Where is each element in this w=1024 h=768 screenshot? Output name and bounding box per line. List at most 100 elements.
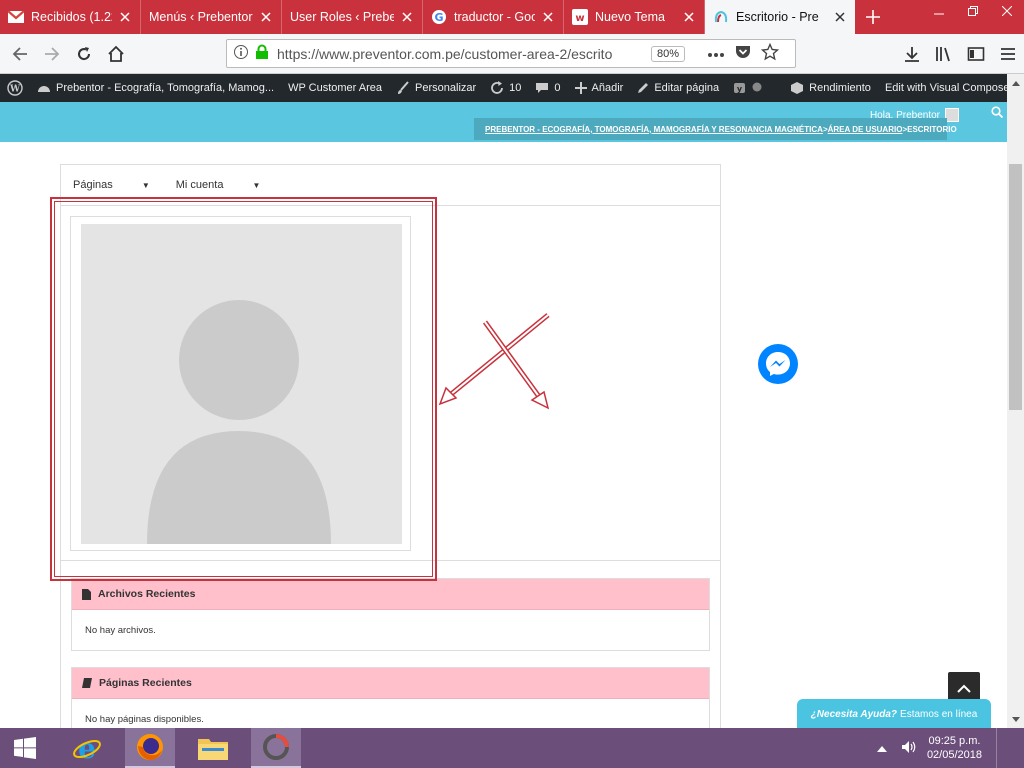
admin-bar-edit-page[interactable]: Editar página <box>630 74 726 102</box>
pocket-icon[interactable] <box>735 44 751 63</box>
google-icon: G <box>431 9 447 25</box>
reload-icon <box>78 46 91 60</box>
taskbar-firefox[interactable] <box>125 728 175 768</box>
nav-pages-menu[interactable]: Páginas ▼ <box>73 179 150 191</box>
folder-icon <box>198 739 228 760</box>
window-controls <box>922 0 1024 22</box>
close-icon[interactable] <box>118 10 132 24</box>
zoom-level[interactable]: 80% <box>651 45 686 62</box>
admin-bar-customize[interactable]: Personalizar <box>389 74 483 102</box>
admin-bar-updates[interactable]: 10 <box>483 74 528 102</box>
restore-button[interactable] <box>956 0 990 22</box>
admin-bar-site[interactable]: Prebentor - Ecografía, Tomografía, Mamog… <box>30 74 281 102</box>
tab-menus[interactable]: Menús ‹ Prebentor <box>141 0 282 34</box>
breadcrumb-home[interactable]: PREBENTOR - ECOGRAFÍA, TOMOGRAFÍA, MAMOG… <box>485 125 823 134</box>
system-tray: 09:25 p.m. 02/05/2018 <box>876 728 1024 768</box>
admin-bar-seo[interactable]: y <box>726 74 769 102</box>
show-desktop-button[interactable] <box>996 728 1024 768</box>
tab-label: Escritorio - Pre <box>736 10 819 24</box>
admin-bar-visual-composer[interactable]: Edit with Visual Composer <box>878 74 1020 102</box>
yoast-icon: y <box>733 81 747 95</box>
url-text[interactable]: https://www.preventor.com.pe/customer-ar… <box>277 46 637 62</box>
close-icon[interactable] <box>259 10 273 24</box>
close-icon[interactable] <box>682 10 696 24</box>
library-button[interactable] <box>928 38 960 70</box>
tab-escritorio[interactable]: Escritorio - Pre <box>705 0 855 34</box>
close-icon[interactable] <box>400 10 414 24</box>
tab-traductor[interactable]: G traductor - Goo <box>423 0 564 34</box>
admin-bar-comments[interactable]: 0 <box>528 74 567 102</box>
wordpress-icon: W <box>7 80 23 96</box>
download-button[interactable] <box>896 38 928 70</box>
widget-header: Páginas Recientes <box>72 668 709 699</box>
arrow-down-icon <box>1011 716 1020 722</box>
tab-gmail[interactable]: Recibidos (1.22 <box>0 0 141 34</box>
tab-nuevo-tema[interactable]: w Nuevo Tema <box>564 0 705 34</box>
tab-label: User Roles ‹ Prebent <box>290 10 394 24</box>
new-tab-button[interactable] <box>855 0 891 34</box>
file-icon <box>82 588 91 600</box>
edit-page-label: Editar página <box>654 82 720 94</box>
page-scrollbar[interactable] <box>1007 74 1024 728</box>
chevron-up-icon <box>957 684 971 693</box>
volume-icon[interactable] <box>901 740 917 757</box>
bookmark-star-icon[interactable] <box>760 42 780 64</box>
chat-status: Estamos en línea <box>900 708 978 720</box>
nav-account-menu[interactable]: Mi cuenta ▼ <box>176 179 261 191</box>
svg-text:w: w <box>575 13 584 24</box>
book-icon <box>82 678 92 688</box>
page-actions-icon[interactable] <box>707 47 725 61</box>
sidebar-button[interactable] <box>960 38 992 70</box>
close-icon[interactable] <box>833 10 847 24</box>
taskbar-file-explorer[interactable] <box>188 728 238 768</box>
scroll-up-button[interactable] <box>1007 74 1024 91</box>
home-button[interactable] <box>100 38 132 70</box>
breadcrumb-user-area[interactable]: ÁREA DE USUARIO <box>828 125 903 134</box>
scroll-down-button[interactable] <box>1007 711 1024 728</box>
tab-label: traductor - Goo <box>454 10 535 24</box>
search-button[interactable] <box>991 106 1004 121</box>
home-icon <box>108 45 124 62</box>
updates-count: 10 <box>509 82 522 94</box>
start-button[interactable] <box>0 728 50 768</box>
forward-button[interactable] <box>36 38 68 70</box>
show-hidden-icons-button[interactable] <box>876 741 887 755</box>
scrollbar-thumb[interactable] <box>1009 164 1022 410</box>
wp-admin-bar: W Prebentor - Ecografía, Tomografía, Mam… <box>0 74 1013 102</box>
annotation-arrows-icon <box>438 313 550 410</box>
nav-pages-label: Páginas <box>73 179 113 191</box>
minimize-button[interactable] <box>922 0 956 22</box>
admin-bar-add-new[interactable]: Añadir <box>568 74 631 102</box>
lock-icon[interactable] <box>255 44 269 63</box>
svg-text:W: W <box>9 85 21 95</box>
arrow-right-icon <box>45 46 60 61</box>
toolbar-right <box>896 38 1024 70</box>
live-chat-widget[interactable]: ¿Necesita Ayuda? Estamos en línea <box>797 699 991 729</box>
close-icon[interactable] <box>541 10 555 24</box>
tab-user-roles[interactable]: User Roles ‹ Prebent <box>282 0 423 34</box>
clock[interactable]: 09:25 p.m. 02/05/2018 <box>927 734 982 762</box>
wordpress-logo-button[interactable]: W <box>0 74 30 102</box>
taskbar-app[interactable] <box>251 728 301 768</box>
menu-button[interactable] <box>992 38 1024 70</box>
visual-composer-label: Edit with Visual Composer <box>884 82 1014 94</box>
close-window-button[interactable] <box>990 0 1024 22</box>
back-button[interactable] <box>4 38 36 70</box>
performance-label: Rendimiento <box>809 82 871 94</box>
customer-area-label: WP Customer Area <box>288 82 383 94</box>
comment-icon <box>535 81 549 95</box>
sidebar-icon <box>967 47 985 61</box>
pencil-icon <box>637 82 649 94</box>
admin-bar-performance[interactable]: Rendimiento <box>783 74 878 102</box>
url-bar[interactable]: https://www.preventor.com.pe/customer-ar… <box>226 39 796 68</box>
admin-bar-customer-area[interactable]: WP Customer Area <box>281 74 389 102</box>
info-icon[interactable] <box>233 44 249 63</box>
taskbar-internet-explorer[interactable]: e <box>62 728 112 768</box>
add-new-label: Añadir <box>591 82 624 94</box>
reload-button[interactable] <box>68 38 100 70</box>
search-icon <box>991 106 1004 119</box>
widget-body: No hay archivos. <box>85 624 156 636</box>
customize-label: Personalizar <box>415 82 477 94</box>
site-icon <box>713 9 729 25</box>
messenger-button[interactable] <box>758 344 798 384</box>
